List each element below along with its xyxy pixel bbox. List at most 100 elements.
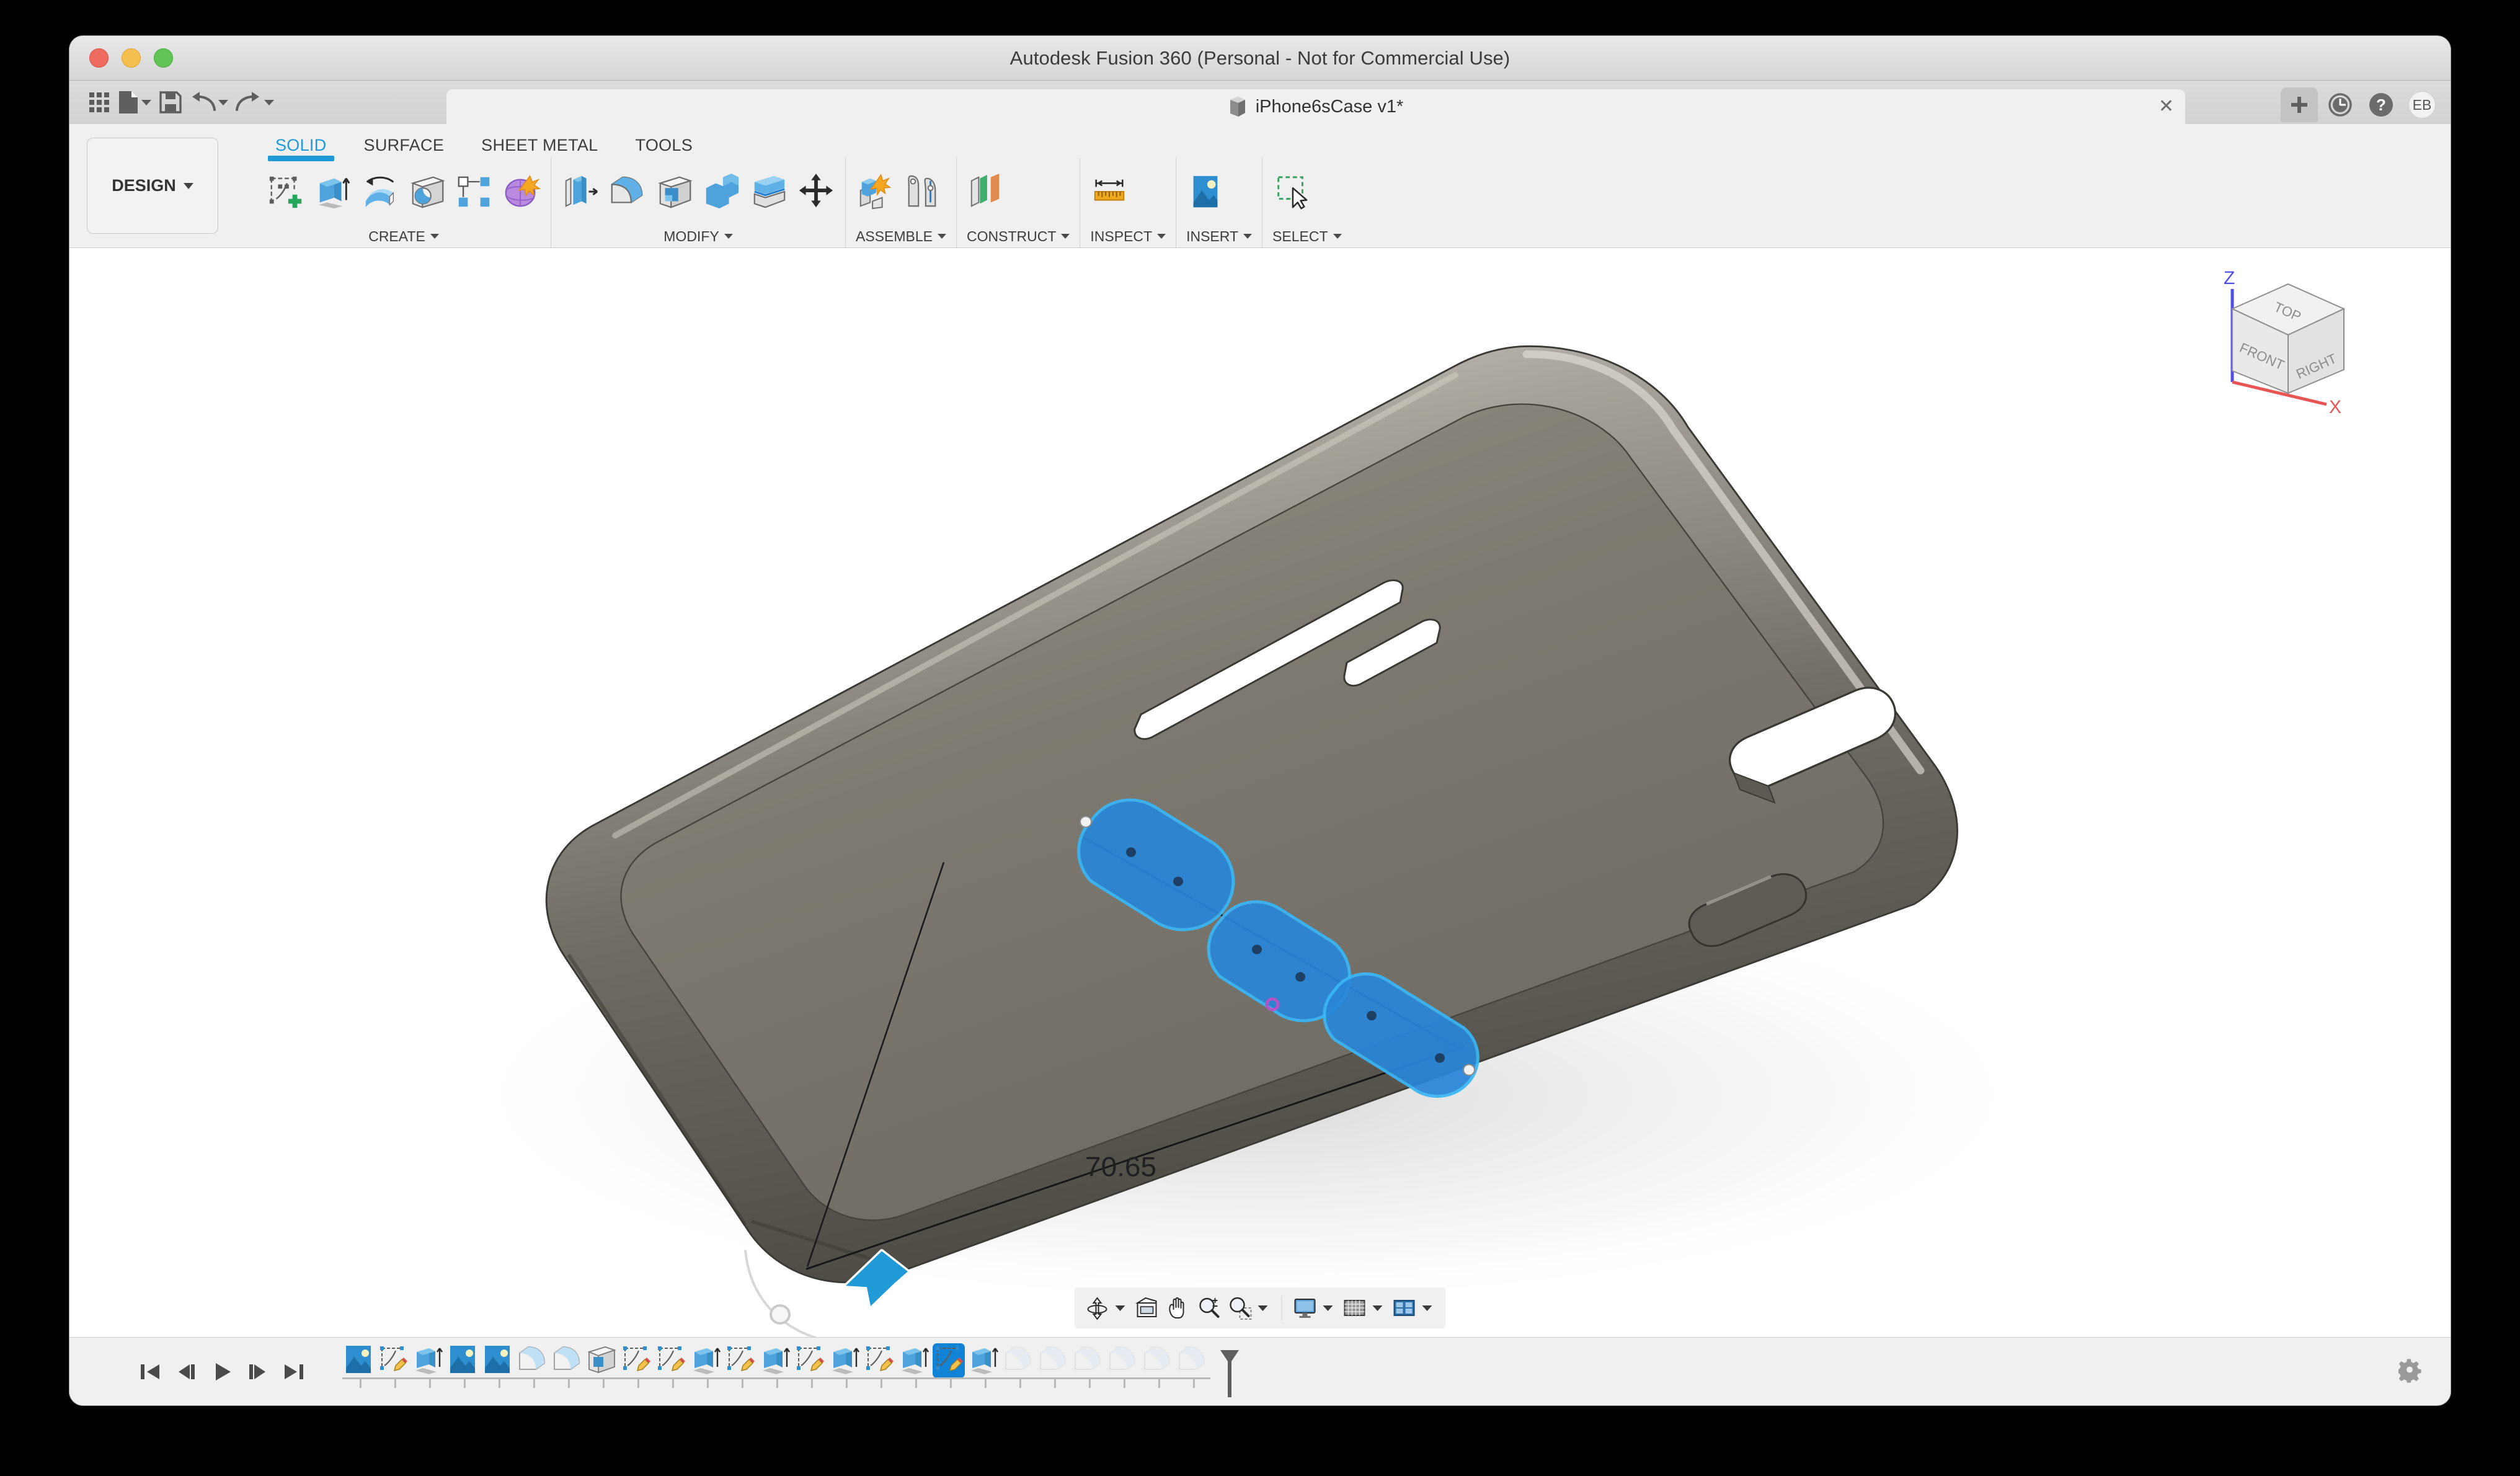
app-grid-button[interactable]: [86, 86, 113, 119]
linear-dimension-value[interactable]: 70.65: [1085, 1151, 1156, 1182]
job-status-button[interactable]: [2322, 87, 2359, 122]
timeline-feature-sketch-feature[interactable]: [794, 1343, 826, 1378]
timeline-feature-sketch-feature[interactable]: [863, 1343, 895, 1378]
select-window-icon[interactable]: [1272, 172, 1311, 211]
timeline-feature-canvas-feature[interactable]: [342, 1343, 375, 1378]
look-at-icon[interactable]: [1133, 1292, 1161, 1323]
tab-sheet-metal[interactable]: SHEET METAL: [463, 136, 616, 158]
go-to-beginning-button[interactable]: [138, 1359, 162, 1385]
view-cube[interactable]: Z X TOP FRONT RIGHT: [2203, 260, 2364, 416]
new-tab-button[interactable]: [2281, 87, 2318, 122]
timeline-marker[interactable]: [1219, 1349, 1240, 1402]
redo-button[interactable]: [233, 86, 277, 119]
create-sketch-icon[interactable]: [267, 172, 305, 211]
chevron-down-icon[interactable]: [141, 99, 151, 105]
panel-create-label-row[interactable]: CREATE: [267, 225, 541, 247]
panel-construct-label-row[interactable]: CONSTRUCT: [967, 225, 1070, 247]
timeline-feature-fillet-feature[interactable]: [1002, 1343, 1034, 1378]
chevron-down-icon[interactable]: [1422, 1305, 1432, 1311]
joint-icon[interactable]: [903, 172, 941, 211]
viewports-icon[interactable]: [1390, 1292, 1419, 1323]
move-copy-icon[interactable]: [797, 172, 835, 211]
timeline-tick: [568, 1379, 570, 1388]
split-face-icon[interactable]: [750, 172, 788, 211]
timeline-tick: [1019, 1379, 1021, 1388]
hole-icon[interactable]: [408, 172, 446, 211]
panel-insert-label: INSERT: [1186, 228, 1239, 244]
create-form-icon[interactable]: [502, 172, 541, 211]
timeline-feature-fillet-feature[interactable]: [1071, 1343, 1104, 1378]
timeline-feature-canvas-feature[interactable]: [446, 1343, 479, 1378]
timeline-feature-extrude-feature[interactable]: [828, 1343, 861, 1378]
tab-tools[interactable]: TOOLS: [617, 136, 712, 158]
help-button[interactable]: ?: [2362, 87, 2400, 122]
revolve-icon[interactable]: [361, 172, 399, 211]
chevron-down-icon[interactable]: [1323, 1305, 1333, 1311]
panel-select: SELECT: [1262, 158, 1351, 247]
close-icon[interactable]: ✕: [2158, 97, 2174, 116]
chevron-down-icon[interactable]: [218, 99, 228, 105]
panel-modify-label-row[interactable]: MODIFY: [561, 225, 835, 247]
manipulator-handle[interactable]: [770, 1304, 791, 1325]
measure-icon[interactable]: [1090, 172, 1129, 211]
tab-solid[interactable]: SOLID: [257, 136, 345, 161]
pattern-icon[interactable]: [455, 172, 494, 211]
document-tab[interactable]: iPhone6sCase v1* ✕: [446, 89, 2185, 124]
panel-assemble-label-row[interactable]: ASSEMBLE: [856, 225, 946, 247]
new-component-icon[interactable]: [856, 172, 894, 211]
panel-inspect-label-row[interactable]: INSPECT: [1090, 225, 1166, 247]
chevron-down-icon[interactable]: [1115, 1305, 1125, 1311]
timeline-feature-fillet-feature[interactable]: [1037, 1343, 1069, 1378]
save-button[interactable]: [156, 86, 185, 119]
timeline-feature-extrude-feature[interactable]: [690, 1343, 722, 1378]
timeline-feature-extrude-feature[interactable]: [412, 1343, 444, 1378]
model-3d-view[interactable]: 70.65: [69, 248, 2451, 1337]
timeline-feature-fillet-feature[interactable]: [1176, 1343, 1208, 1378]
insert-image-icon[interactable]: [1186, 172, 1225, 211]
timeline-feature-extrude-feature[interactable]: [898, 1343, 930, 1378]
timeline-feature-sketch-feature[interactable]: [655, 1343, 687, 1378]
panel-insert-label-row[interactable]: INSERT: [1186, 225, 1253, 247]
pan-icon[interactable]: [1164, 1292, 1192, 1323]
file-button[interactable]: [115, 86, 154, 119]
timeline-feature-extrude-feature[interactable]: [759, 1343, 791, 1378]
offset-plane-icon[interactable]: [967, 172, 1005, 211]
timeline-feature-sketch-feature[interactable]: [724, 1343, 756, 1378]
zoom-icon[interactable]: [1195, 1292, 1223, 1323]
grid-snaps-icon[interactable]: [1341, 1292, 1369, 1323]
fillet-icon[interactable]: [608, 172, 647, 211]
play-button[interactable]: [210, 1359, 234, 1385]
timeline-feature-sketch-feature[interactable]: [933, 1343, 965, 1378]
extrude-icon[interactable]: [314, 172, 352, 211]
display-settings-icon[interactable]: [1291, 1292, 1320, 1323]
shell-icon[interactable]: [655, 172, 694, 211]
tab-surface[interactable]: SURFACE: [345, 136, 463, 158]
step-back-button[interactable]: [174, 1359, 198, 1385]
press-pull-icon[interactable]: [561, 172, 600, 211]
step-forward-button[interactable]: [246, 1359, 270, 1385]
timeline-feature-sketch-feature[interactable]: [377, 1343, 409, 1378]
timeline-feature-fillet-feature[interactable]: [551, 1343, 583, 1378]
undo-button[interactable]: [187, 86, 231, 119]
orbit-icon[interactable]: [1083, 1292, 1112, 1323]
chevron-down-icon[interactable]: [264, 99, 274, 105]
account-avatar[interactable]: EB: [2403, 87, 2441, 122]
timeline-track[interactable]: [342, 1338, 2451, 1406]
panel-select-label-row[interactable]: SELECT: [1272, 225, 1342, 247]
chevron-down-icon[interactable]: [1258, 1305, 1268, 1311]
timeline-feature-fillet-feature[interactable]: [1106, 1343, 1138, 1378]
timeline-feature-sketch-feature[interactable]: [620, 1343, 652, 1378]
timeline-settings-gear[interactable]: [2397, 1358, 2423, 1385]
timeline-feature-shell-feature[interactable]: [585, 1343, 618, 1378]
timeline-feature-fillet-feature[interactable]: [1141, 1343, 1173, 1378]
viewport-canvas[interactable]: 70.65 Z X TOP FRONT RIGHT: [69, 248, 2451, 1337]
fit-icon[interactable]: [1226, 1292, 1254, 1323]
go-to-end-button[interactable]: [282, 1359, 306, 1385]
timeline-feature-canvas-feature[interactable]: [481, 1343, 513, 1378]
combine-icon[interactable]: [703, 172, 741, 211]
timeline-feature-extrude-feature[interactable]: [967, 1343, 1000, 1378]
panel-insert-tools: [1186, 158, 1252, 225]
chevron-down-icon[interactable]: [1372, 1305, 1383, 1311]
timeline-feature-fillet-feature[interactable]: [516, 1343, 548, 1378]
workspace-selector[interactable]: DESIGN: [87, 138, 218, 234]
